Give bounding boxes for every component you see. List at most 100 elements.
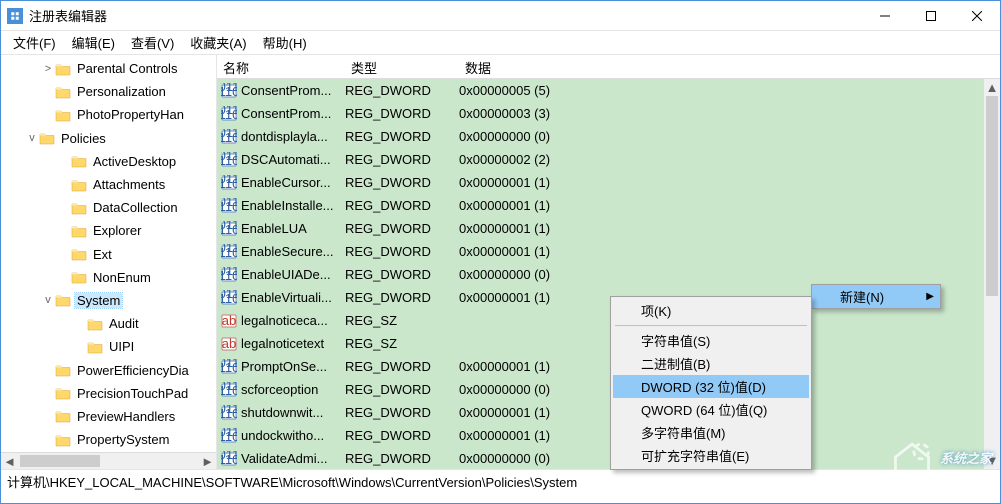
col-header-type[interactable]: 类型 <box>345 55 459 78</box>
value-type: REG_DWORD <box>345 198 459 213</box>
expand-icon[interactable]: v <box>25 132 39 144</box>
menu-help[interactable]: 帮助(H) <box>255 31 315 54</box>
value-row[interactable]: 011110EnableInstalle...REG_DWORD0x000000… <box>217 194 1000 217</box>
value-row[interactable]: 011110EnableCursor...REG_DWORD0x00000001… <box>217 171 1000 194</box>
menubar: 文件(F) 编辑(E) 查看(V) 收藏夹(A) 帮助(H) <box>1 31 1000 55</box>
svg-text:110: 110 <box>221 130 237 145</box>
value-type: REG_DWORD <box>345 152 459 167</box>
binary-value-icon: 011110 <box>219 83 239 99</box>
svg-text:ab: ab <box>222 336 236 351</box>
col-header-data[interactable]: 数据 <box>459 55 1000 78</box>
col-header-name[interactable]: 名称 <box>217 55 345 78</box>
close-button[interactable] <box>954 1 1000 31</box>
context-item-label: 可扩充字符串值(E) <box>641 446 749 465</box>
maximize-button[interactable] <box>908 1 954 31</box>
context-item-new[interactable]: 新建(N) ▶ <box>812 285 940 308</box>
value-row[interactable]: ablegalnoticeca...REG_SZ <box>217 309 1000 332</box>
scroll-thumb[interactable] <box>20 455 100 467</box>
value-row[interactable]: 011110undockwitho...REG_DWORD0x00000001 … <box>217 424 1000 447</box>
tree-item[interactable]: NonEnum <box>1 266 216 289</box>
value-row[interactable]: 011110ConsentProm...REG_DWORD0x00000003 … <box>217 102 1000 125</box>
value-type: REG_DWORD <box>345 267 459 282</box>
context-item[interactable]: 多字符串值(M) <box>613 421 809 444</box>
value-row[interactable]: ablegalnoticetextREG_SZ <box>217 332 1000 355</box>
value-type: REG_DWORD <box>345 129 459 144</box>
tree-label: PropertySystem <box>77 432 169 447</box>
value-type: REG_SZ <box>345 336 459 351</box>
context-item[interactable]: QWORD (64 位)值(Q) <box>613 398 809 421</box>
value-row[interactable]: 011110EnableUIADe...REG_DWORD0x00000000 … <box>217 263 1000 286</box>
context-item[interactable]: DWORD (32 位)值(D) <box>613 375 809 398</box>
value-type: REG_DWORD <box>345 428 459 443</box>
folder-icon <box>55 363 71 377</box>
tree-item[interactable]: >Parental Controls <box>1 57 216 80</box>
binary-value-icon: 011110 <box>219 428 239 444</box>
tree-label: Policies <box>61 131 106 146</box>
expand-icon[interactable]: > <box>41 63 55 75</box>
value-row[interactable]: 011110shutdownwit...REG_DWORD0x00000001 … <box>217 401 1000 424</box>
context-item[interactable]: 项(K) <box>613 299 809 322</box>
svg-text:110: 110 <box>221 199 237 214</box>
list-v-scrollbar[interactable]: ▲ ▼ <box>983 79 1000 469</box>
value-row[interactable]: 011110scforceoptionREG_DWORD0x00000000 (… <box>217 378 1000 401</box>
value-name: dontdisplayla... <box>241 129 345 144</box>
menu-favorites[interactable]: 收藏夹(A) <box>182 31 254 54</box>
context-item[interactable]: 字符串值(S) <box>613 329 809 352</box>
tree-label: NonEnum <box>93 270 151 285</box>
context-menu-new: 项(K) 字符串值(S) 二进制值(B) DWORD (32 位)值(D)QWORD … <box>610 296 812 470</box>
tree-item[interactable]: v Policies <box>1 127 216 150</box>
tree-item[interactable]: PreviewHandlers <box>1 405 216 428</box>
v-scroll-track[interactable] <box>984 96 1000 452</box>
value-row[interactable]: 011110dontdisplayla...REG_DWORD0x0000000… <box>217 125 1000 148</box>
binary-value-icon: 011110 <box>219 106 239 122</box>
menu-edit[interactable]: 编辑(E) <box>64 31 123 54</box>
context-item-label: 二进制值(B) <box>641 354 710 373</box>
value-row[interactable]: 011110EnableSecure...REG_DWORD0x00000001… <box>217 240 1000 263</box>
folder-icon <box>55 108 71 122</box>
menu-view[interactable]: 查看(V) <box>123 31 182 54</box>
value-type: REG_DWORD <box>345 175 459 190</box>
tree-label: PhotoPropertyHan <box>77 107 184 122</box>
tree-list[interactable]: >Parental ControlsPersonalization PhotoPr… <box>1 55 216 451</box>
value-row[interactable]: 011110DSCAutomati...REG_DWORD0x00000002 … <box>217 148 1000 171</box>
tree-item[interactable]: Ext <box>1 243 216 266</box>
expand-icon[interactable]: v <box>41 294 55 306</box>
tree-item[interactable]: Audit <box>1 312 216 335</box>
tree-label: DataCollection <box>93 200 178 215</box>
value-row[interactable]: 011110ConsentProm...REG_DWORD0x00000005 … <box>217 79 1000 102</box>
tree-item[interactable]: DataCollection <box>1 196 216 219</box>
binary-value-icon: 011110 <box>219 290 239 306</box>
tree-label: PreviewHandlers <box>77 409 175 424</box>
scroll-track[interactable] <box>18 453 199 469</box>
svg-text:110: 110 <box>221 429 237 444</box>
list-body[interactable]: 011110ConsentProm...REG_DWORD0x00000005 … <box>217 79 1000 469</box>
string-value-icon: ab <box>219 336 239 352</box>
tree-item[interactable]: ActiveDesktop <box>1 150 216 173</box>
menu-file[interactable]: 文件(F) <box>5 31 64 54</box>
tree-item[interactable]: PrecisionTouchPad <box>1 382 216 405</box>
tree-item[interactable]: UIPI <box>1 335 216 358</box>
folder-icon <box>55 62 71 76</box>
value-row[interactable]: 011110PromptOnSe...REG_DWORD0x00000001 (… <box>217 355 1000 378</box>
window-title: 注册表编辑器 <box>29 6 862 25</box>
tree-item[interactable]: Explorer <box>1 219 216 242</box>
scroll-right-icon[interactable]: ► <box>199 453 216 469</box>
tree-item[interactable]: PropertySystem <box>1 428 216 451</box>
context-item[interactable]: 二进制值(B) <box>613 352 809 375</box>
scroll-up-icon[interactable]: ▲ <box>984 79 1000 96</box>
tree-item[interactable]: PhotoPropertyHan <box>1 103 216 126</box>
tree-item[interactable]: vSystem <box>1 289 216 312</box>
context-item[interactable]: 可扩充字符串值(E) <box>613 444 809 467</box>
scroll-left-icon[interactable]: ◄ <box>1 453 18 469</box>
value-row[interactable]: 011110EnableLUAREG_DWORD0x00000001 (1) <box>217 217 1000 240</box>
tree-label: PrecisionTouchPad <box>77 386 188 401</box>
tree-h-scrollbar[interactable]: ◄ ► <box>1 452 216 469</box>
tree-item[interactable]: Personalization <box>1 80 216 103</box>
svg-text:110: 110 <box>221 383 237 398</box>
folder-icon <box>71 270 87 284</box>
v-scroll-thumb[interactable] <box>986 96 998 296</box>
value-row[interactable]: 011110ValidateAdmi...REG_DWORD0x00000000… <box>217 447 1000 469</box>
tree-item[interactable]: Attachments <box>1 173 216 196</box>
tree-item[interactable]: PowerEfficiencyDia <box>1 358 216 381</box>
minimize-button[interactable] <box>862 1 908 31</box>
